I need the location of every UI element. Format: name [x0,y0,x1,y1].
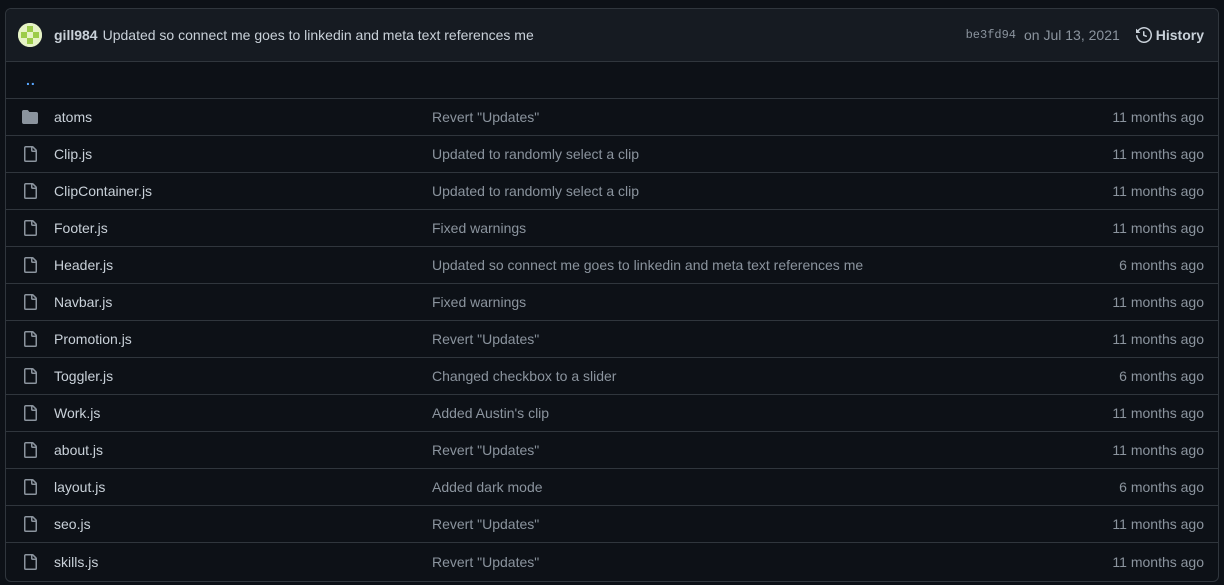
latest-commit-bar: gill984 Updated so connect me goes to li… [6,9,1218,62]
file-commit-message-link[interactable]: Revert "Updates" [432,331,1112,347]
parent-directory-row[interactable]: .. [6,62,1218,99]
file-icon [22,479,38,495]
file-commit-age: 11 months ago [1112,220,1204,236]
file-name-link[interactable]: about.js [54,442,432,458]
file-name-link[interactable]: Clip.js [54,146,432,162]
file-icon [22,146,38,162]
file-row[interactable]: seo.js Revert "Updates" 11 months ago [6,506,1218,543]
avatar[interactable] [18,23,42,47]
file-commit-age: 11 months ago [1112,331,1204,347]
file-name-link[interactable]: Header.js [54,257,432,273]
file-icon [22,331,38,347]
file-icon [22,442,38,458]
file-icon [22,183,38,199]
file-browser: gill984 Updated so connect me goes to li… [5,8,1219,582]
commit-message-link[interactable]: Updated so connect me goes to linkedin a… [103,27,534,43]
file-list: atoms Revert "Updates" 11 months ago Cli… [6,99,1218,580]
history-button[interactable]: History [1135,27,1204,43]
file-row[interactable]: Work.js Added Austin's clip 11 months ag… [6,395,1218,432]
file-commit-age: 11 months ago [1112,405,1204,421]
file-commit-message-link[interactable]: Revert "Updates" [432,109,1112,125]
file-commit-age: 11 months ago [1112,183,1204,199]
file-row[interactable]: atoms Revert "Updates" 11 months ago [6,99,1218,136]
file-commit-message-link[interactable]: Changed checkbox to a slider [432,368,1119,384]
file-commit-message-link[interactable]: Added dark mode [432,479,1119,495]
file-row[interactable]: Toggler.js Changed checkbox to a slider … [6,358,1218,395]
file-name-link[interactable]: Promotion.js [54,331,432,347]
file-name-link[interactable]: Work.js [54,405,432,421]
file-name-link[interactable]: Navbar.js [54,294,432,310]
file-commit-age: 11 months ago [1112,294,1204,310]
file-commit-message-link[interactable]: Updated so connect me goes to linkedin a… [432,257,1119,273]
file-row[interactable]: Promotion.js Revert "Updates" 11 months … [6,321,1218,358]
file-commit-message-link[interactable]: Fixed warnings [432,220,1112,236]
file-name-link[interactable]: atoms [54,109,432,125]
file-row[interactable]: Footer.js Fixed warnings 11 months ago [6,210,1218,247]
file-commit-message-link[interactable]: Fixed warnings [432,294,1112,310]
file-row[interactable]: Header.js Updated so connect me goes to … [6,247,1218,284]
commit-sha-link[interactable]: be3fd94 [966,28,1016,42]
file-commit-message-link[interactable]: Added Austin's clip [432,405,1112,421]
file-commit-age: 11 months ago [1112,553,1204,570]
file-name-link[interactable]: skills.js [54,554,432,570]
file-commit-age: 6 months ago [1119,479,1204,495]
file-row[interactable]: Navbar.js Fixed warnings 11 months ago [6,284,1218,321]
file-commit-age: 6 months ago [1119,257,1204,273]
file-icon [22,553,38,570]
file-name-link[interactable]: seo.js [54,516,432,532]
file-name-link[interactable]: Toggler.js [54,368,432,384]
file-icon [22,405,38,421]
file-name-link[interactable]: ClipContainer.js [54,183,432,199]
file-name-link[interactable]: layout.js [54,479,432,495]
commit-date: on Jul 13, 2021 [1024,27,1120,43]
folder-icon [22,109,38,125]
file-commit-age: 11 months ago [1112,146,1204,162]
file-commit-message-link[interactable]: Updated to randomly select a clip [432,183,1112,199]
file-row[interactable]: layout.js Added dark mode 6 months ago [6,469,1218,506]
file-commit-age: 11 months ago [1112,442,1204,458]
file-commit-age: 6 months ago [1119,368,1204,384]
history-icon [1135,27,1152,43]
file-icon [22,220,38,236]
file-icon [22,516,38,532]
file-commit-age: 11 months ago [1112,516,1204,532]
history-label: History [1155,27,1204,43]
file-commit-message-link[interactable]: Revert "Updates" [432,554,1112,570]
file-commit-message-link[interactable]: Revert "Updates" [432,442,1112,458]
file-icon [22,368,38,384]
file-commit-message-link[interactable]: Revert "Updates" [432,516,1112,532]
file-icon [22,294,38,310]
file-commit-message-link[interactable]: Updated to randomly select a clip [432,146,1112,162]
file-row[interactable]: ClipContainer.js Updated to randomly sel… [6,173,1218,210]
parent-directory-link[interactable]: .. [26,72,36,88]
file-row[interactable]: skills.js Revert "Updates" 11 months ago [6,543,1218,580]
file-commit-age: 11 months ago [1112,109,1204,125]
commit-author-link[interactable]: gill984 [54,27,98,43]
file-row[interactable]: about.js Revert "Updates" 11 months ago [6,432,1218,469]
file-row[interactable]: Clip.js Updated to randomly select a cli… [6,136,1218,173]
file-icon [22,257,38,273]
file-name-link[interactable]: Footer.js [54,220,432,236]
